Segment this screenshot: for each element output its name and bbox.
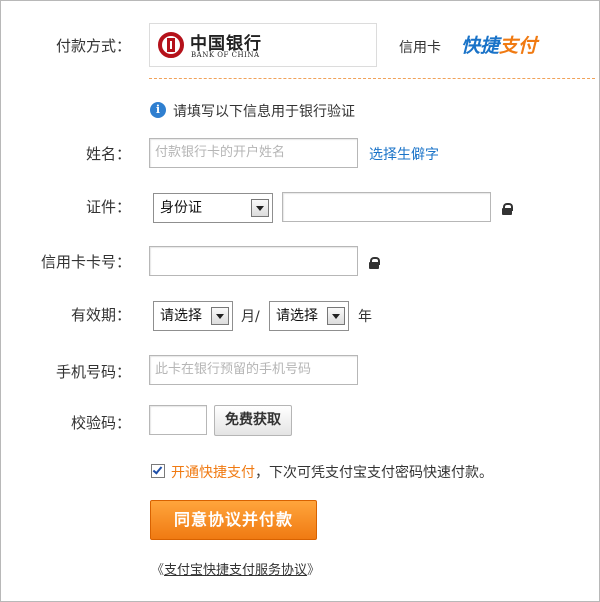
card-type-label: 信用卡 — [399, 40, 441, 56]
info-icon: i — [150, 102, 166, 118]
code-input[interactable] — [149, 405, 207, 435]
notice-text: 请填写以下信息用于银行验证 — [173, 104, 355, 120]
boc-logo-icon — [158, 32, 184, 58]
quick-pay-logo: 快捷支付 — [461, 31, 537, 58]
rare-char-link[interactable]: 选择生僻字 — [369, 144, 439, 164]
bank-name-en: BANK OF CHINA — [191, 51, 260, 59]
divider — [149, 78, 595, 79]
month-unit: 月/ — [241, 309, 260, 325]
chevron-down-icon — [327, 307, 345, 325]
terms-link[interactable]: 支付宝快捷支付服务协议 — [164, 563, 307, 578]
terms-line: 《支付宝快捷支付服务协议》 — [151, 559, 320, 578]
agreement-rest-text: ，下次可凭支付宝支付密码快速付款。 — [255, 465, 493, 481]
chevron-down-icon — [211, 307, 229, 325]
name-label: 姓名： — [85, 145, 131, 163]
chevron-down-icon — [251, 199, 269, 217]
id-type-value: 身份证 — [160, 200, 202, 216]
id-number-input[interactable] — [282, 192, 491, 222]
expiry-label: 有效期： — [70, 306, 131, 324]
terms-suffix: 》 — [307, 563, 321, 578]
get-code-button[interactable]: 免费获取 — [214, 405, 292, 436]
payment-form-panel: 付款方式： 中国银行 BANK OF CHINA 信用卡 快捷支付 i 请填写以… — [0, 0, 600, 602]
year-select[interactable]: 请选择 — [269, 301, 349, 331]
phone-input[interactable]: 此卡在银行预留的手机号码 — [149, 355, 358, 385]
phone-label: 手机号码： — [55, 363, 131, 381]
agreement-text: 开通快捷支付，下次可凭支付宝支付密码快速付款。 — [171, 462, 493, 482]
id-type-select[interactable]: 身份证 — [153, 193, 273, 223]
id-label: 证件： — [85, 198, 131, 216]
quick-pay-part1: 快捷 — [461, 35, 500, 57]
month-select-value: 请选择 — [160, 308, 202, 324]
name-input[interactable]: 付款银行卡的开户姓名 — [149, 138, 358, 168]
lock-icon — [502, 203, 513, 215]
open-quick-pay-link[interactable]: 开通快捷支付 — [171, 465, 255, 481]
lock-icon — [369, 257, 380, 269]
card-number-label: 信用卡卡号： — [40, 253, 131, 271]
bank-logo-box[interactable]: 中国银行 BANK OF CHINA — [149, 23, 377, 67]
terms-prefix: 《 — [151, 563, 165, 578]
payment-method-label: 付款方式： — [55, 37, 131, 55]
year-select-value: 请选择 — [276, 308, 318, 324]
agree-and-pay-button[interactable]: 同意协议并付款 — [150, 500, 317, 540]
code-label: 校验码： — [70, 414, 131, 432]
quick-pay-checkbox[interactable] — [151, 464, 165, 478]
checkmark-icon — [152, 464, 163, 475]
year-unit: 年 — [358, 309, 372, 325]
quick-pay-part2: 支付 — [499, 35, 538, 57]
card-number-input[interactable] — [149, 246, 358, 276]
month-select[interactable]: 请选择 — [153, 301, 233, 331]
